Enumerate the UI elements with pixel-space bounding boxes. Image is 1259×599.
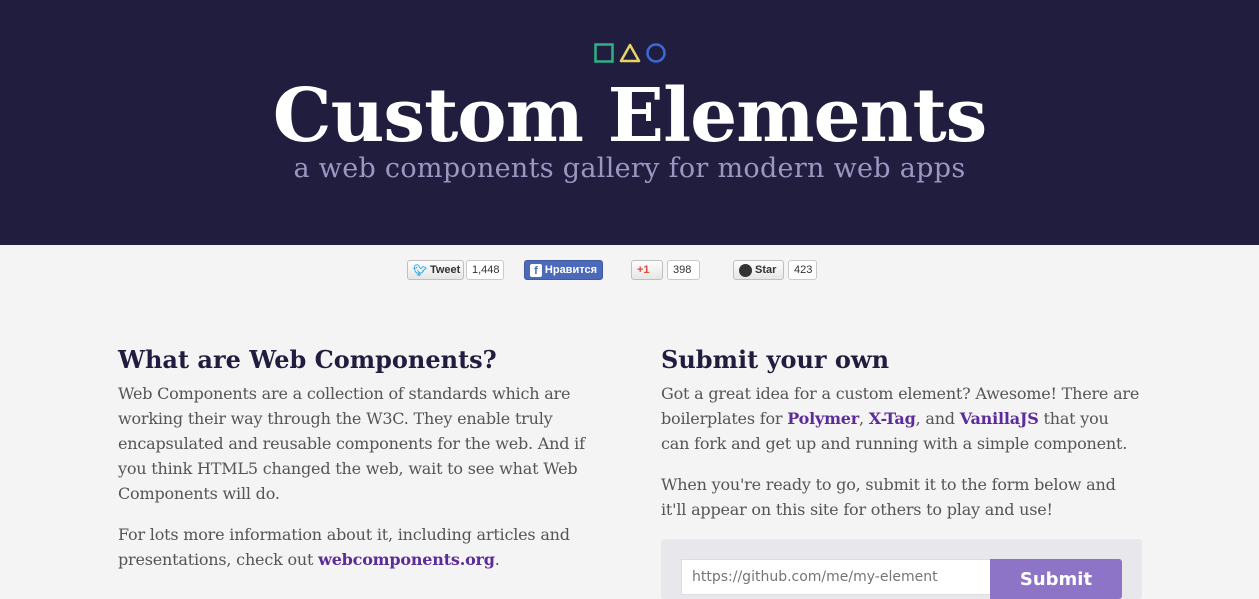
tweet-button[interactable]: 🐦︎ Tweet [407,260,464,280]
github-star-button[interactable]: Star [733,260,784,280]
submit-button[interactable]: Submit [990,559,1122,599]
github-star-label: Star [755,264,777,276]
polymer-link[interactable]: Polymer [787,409,859,428]
submit-form: Submit [661,539,1142,599]
webcomponents-link[interactable]: webcomponents.org [318,550,495,569]
submit-paragraph: Got a great idea for a custom element? A… [661,384,1140,453]
tweet-label: Tweet [429,264,461,276]
about-paragraph: Web Components are a collection of stand… [118,384,585,503]
square-icon [594,43,614,63]
page-title: Custom Elements [272,73,988,159]
github-icon [739,263,752,277]
xtag-link[interactable]: X-Tag [869,409,916,428]
vanillajs-link[interactable]: VanillaJS [960,409,1039,428]
triangle-icon [619,43,641,63]
social-bar: 🐦︎ Tweet 1,448 f Нравится +1 398 Star 42… [0,260,1259,282]
google-plus-button[interactable]: +1 [631,260,663,280]
google-plus-label: +1 [637,264,650,276]
submit-instructions: When you're ready to go, submit it to th… [661,475,1116,519]
about-section: What are Web Components? Web Components … [118,345,598,588]
google-plus-count: 398 [667,260,700,280]
hero-header: Custom Elements a web components gallery… [0,0,1259,245]
twitter-icon: 🐦︎ [413,264,427,277]
about-more-paragraph: For lots more information about it, incl… [118,525,570,569]
logo [594,43,666,63]
facebook-like-button[interactable]: f Нравится [524,260,603,280]
tweet-count: 1,448 [466,260,504,280]
circle-icon [646,43,666,63]
about-heading: What are Web Components? [118,345,497,374]
like-label: Нравится [544,264,597,276]
submit-section: Submit your own Got a great idea for a c… [661,345,1141,538]
facebook-icon: f [530,263,542,277]
submit-heading: Submit your own [661,345,890,374]
page-subtitle: a web components gallery for modern web … [293,153,966,184]
repo-url-input[interactable] [681,559,993,595]
github-star-count: 423 [788,260,817,280]
